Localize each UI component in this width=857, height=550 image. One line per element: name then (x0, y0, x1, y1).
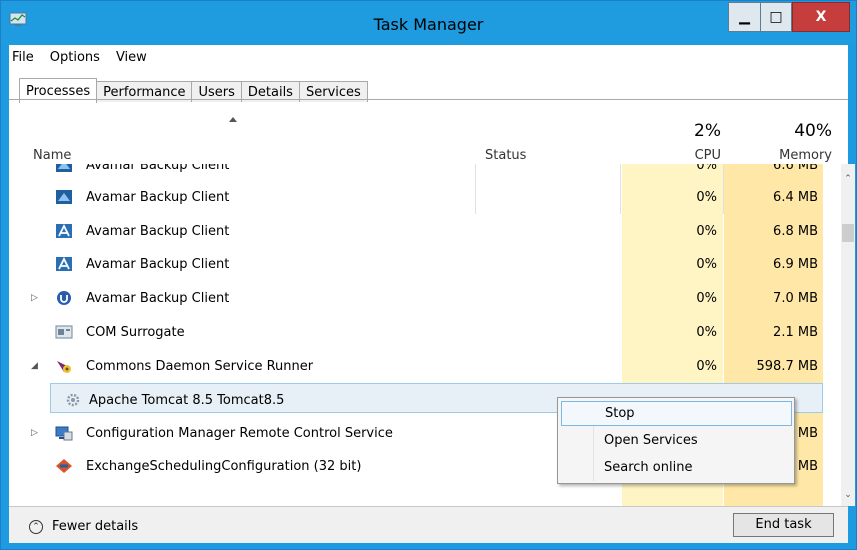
process-cpu: 0% (696, 190, 717, 205)
fewer-details-label: Fewer details (52, 519, 139, 534)
expand-icon[interactable]: ▷ (31, 428, 41, 438)
process-name: Avamar Backup Client (86, 291, 230, 306)
column-header: Name Status 2% CPU 40% Memory (17, 100, 848, 214)
process-cpu: 0% (696, 359, 717, 374)
process-name: Avamar Backup Client (86, 190, 230, 205)
process-name: ExchangeSchedulingConfiguration (32 bit) (86, 459, 362, 474)
minimize-icon: ▁ (739, 9, 750, 25)
vertical-scrollbar[interactable]: ⌃ ⌄ (841, 164, 855, 506)
process-memory: 7.0 MB (773, 291, 818, 306)
column-memory-header[interactable]: Memory (732, 148, 832, 163)
table-row[interactable]: Avamar Backup Client 0% 6.6 MB (17, 164, 823, 182)
maximize-button[interactable]: □ (760, 2, 792, 32)
cpu-total-percent: 2% (694, 121, 721, 141)
process-memory: 2.1 MB (773, 325, 818, 340)
process-name: COM Surrogate (86, 325, 185, 340)
column-cpu-header[interactable]: CPU (629, 148, 721, 163)
collapse-icon[interactable]: ◢ (31, 361, 41, 371)
table-row[interactable]: Avamar Backup Client 0% 6.9 MB (17, 248, 823, 281)
process-memory: 598.7 MB (756, 359, 818, 374)
service-gear-icon (66, 393, 80, 407)
com-surrogate-icon (55, 325, 73, 339)
avamar-icon (56, 190, 72, 204)
table-row[interactable]: Avamar Backup Client 0% 6.8 MB (17, 215, 823, 248)
footer: ⌃ Fewer details End task (9, 507, 848, 543)
fewer-details-link[interactable]: ⌃ Fewer details (29, 519, 138, 534)
process-memory: 6.6 MB (773, 164, 818, 173)
avamar-a-icon (56, 256, 72, 271)
process-cpu: 0% (696, 224, 717, 239)
process-cpu: 0% (696, 325, 717, 340)
scroll-thumb[interactable] (842, 224, 854, 242)
process-name: Avamar Backup Client (86, 224, 230, 239)
avamar-a-icon (56, 223, 72, 238)
table-row[interactable]: Avamar Backup Client 0% 6.4 MB (17, 181, 823, 214)
memory-total-percent: 40% (794, 121, 832, 141)
daemon-icon (57, 361, 71, 373)
process-name: Avamar Backup Client (86, 257, 230, 272)
process-memory: 6.9 MB (773, 257, 818, 272)
table-row[interactable]: ▷ Avamar Backup Client 0% 7.0 MB (17, 282, 823, 315)
avamar-icon (56, 164, 72, 172)
minimize-button[interactable]: ▁ (728, 2, 760, 32)
table-row[interactable]: COM Surrogate 0% 2.1 MB (17, 316, 823, 349)
column-name-header[interactable]: Name (33, 148, 71, 163)
context-menu-open-services[interactable]: Open Services (561, 428, 792, 453)
process-name: Commons Daemon Service Runner (86, 359, 314, 374)
column-status-header[interactable]: Status (485, 148, 526, 163)
menu-bar: File Options View (9, 50, 147, 68)
process-cpu: 0% (696, 164, 717, 173)
process-cpu: 0% (696, 257, 717, 272)
process-memory: 6.8 MB (773, 224, 818, 239)
process-name: Avamar Backup Client (86, 164, 230, 173)
process-cpu: 0% (696, 291, 717, 306)
close-icon: X (815, 9, 827, 25)
menu-options[interactable]: Options (50, 50, 100, 68)
menu-view[interactable]: View (116, 50, 147, 68)
config-manager-icon (55, 426, 73, 441)
context-menu-search-online[interactable]: Search online (561, 455, 792, 480)
context-menu-stop[interactable]: Stop (561, 401, 792, 426)
expand-icon[interactable]: ▷ (31, 293, 41, 303)
scroll-up-icon[interactable]: ⌃ (841, 172, 855, 186)
sort-ascending-icon (229, 117, 237, 122)
end-task-button[interactable]: End task (733, 513, 834, 537)
table-row[interactable]: ◢ Commons Daemon Service Runner 0% 598.7… (17, 350, 823, 383)
scroll-down-icon[interactable]: ⌄ (841, 488, 855, 502)
process-name: Apache Tomcat 8.5 Tomcat8.5 (89, 393, 285, 408)
process-memory: 6.4 MB (773, 190, 818, 205)
task-manager-window: Task Manager ▁ □ X File Options View Pro… (0, 0, 857, 550)
exchange-icon (56, 459, 72, 473)
process-name: Configuration Manager Remote Control Ser… (86, 426, 393, 441)
close-button[interactable]: X (792, 2, 850, 32)
avamar-u-icon (57, 291, 71, 305)
chevron-up-icon: ⌃ (29, 519, 43, 534)
context-menu: Stop Open Services Search online (557, 397, 795, 484)
maximize-icon: □ (769, 9, 783, 25)
menu-file[interactable]: File (12, 50, 34, 68)
title-bar[interactable]: Task Manager ▁ □ X (1, 1, 856, 45)
